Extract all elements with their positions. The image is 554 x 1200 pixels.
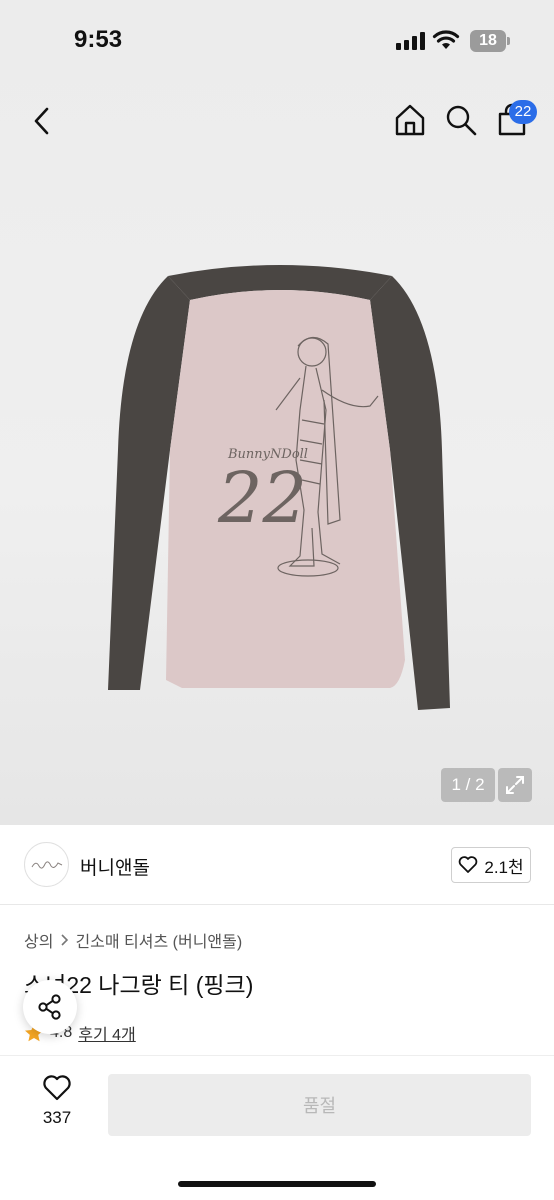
battery-icon: 18 <box>470 30 506 52</box>
status-time: 9:53 <box>74 26 123 53</box>
heart-icon <box>459 856 478 873</box>
cart-count-badge: 22 <box>509 100 537 124</box>
store-row[interactable]: 버니앤돌 2.1천 <box>0 825 554 905</box>
search-icon <box>446 105 477 136</box>
wishlist-button[interactable]: 337 <box>30 1074 84 1134</box>
expand-icon <box>506 776 524 794</box>
wishlist-count: 337 <box>42 1108 72 1127</box>
store-like-count: 2.1천 <box>484 857 524 877</box>
status-bar: 9:53 18 <box>0 0 554 82</box>
breadcrumb-root[interactable]: 상의 <box>24 928 53 952</box>
home-button[interactable] <box>392 102 428 138</box>
heart-icon <box>43 1075 71 1101</box>
product-image: BunnyNDoll 22 <box>108 265 450 710</box>
image-page-counter: 1 / 2 <box>441 768 495 802</box>
share-button[interactable] <box>23 980 77 1034</box>
sold-out-button[interactable]: 품절 <box>108 1074 531 1136</box>
store-logo-mark <box>31 860 62 869</box>
breadcrumb-category[interactable]: 긴소매 티셔츠 (버니앤돌) <box>75 928 242 952</box>
store-logo[interactable] <box>24 842 69 887</box>
share-icon <box>38 994 61 1020</box>
cellular-signal-icon <box>396 32 426 50</box>
review-link[interactable]: 후기 4개 <box>78 1021 136 1045</box>
store-name[interactable]: 버니앤돌 <box>80 853 150 880</box>
fullscreen-button[interactable] <box>498 768 532 802</box>
home-icon <box>395 104 425 136</box>
battery-tip <box>507 37 510 45</box>
chevron-right-icon <box>61 934 69 946</box>
chevron-left-icon <box>34 107 49 135</box>
print-number: 22 <box>217 457 307 539</box>
bottom-action-bar: 337 품절 <box>0 1055 554 1200</box>
wifi-icon <box>432 30 460 49</box>
store-like-button[interactable]: 2.1천 <box>451 847 531 883</box>
home-indicator <box>178 1181 376 1187</box>
back-button[interactable] <box>26 104 56 138</box>
search-button[interactable] <box>443 102 479 138</box>
breadcrumb: 상의 긴소매 티셔츠 (버니앤돌) <box>24 928 242 952</box>
